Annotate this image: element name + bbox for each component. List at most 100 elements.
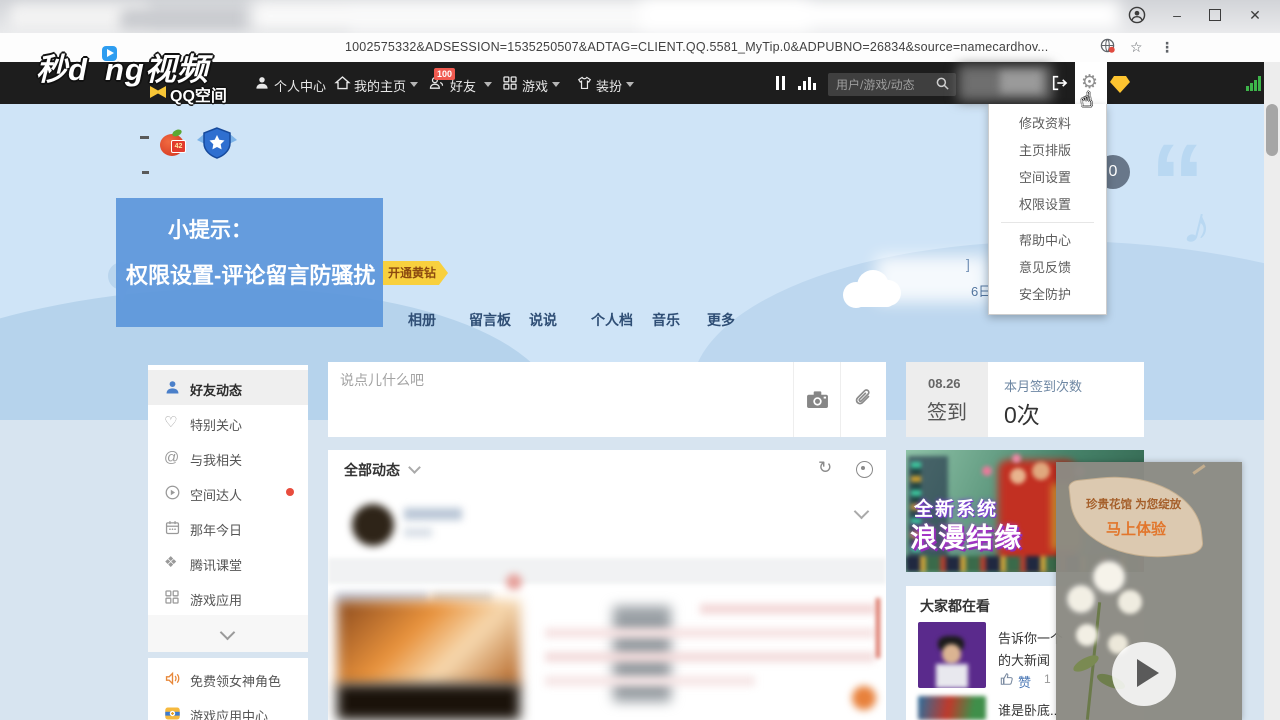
sidebar-item-game-apps[interactable]: 游戏应用 <box>148 580 308 615</box>
sidebar-item-friend-feed[interactable]: 好友动态 <box>148 370 308 405</box>
browser-profile-icon[interactable] <box>1122 2 1152 28</box>
camera-icon <box>806 390 829 414</box>
sidebar-item-special-care[interactable]: ♡ 特别关心 <box>148 405 308 440</box>
watching-item-1-thumb[interactable] <box>918 622 986 688</box>
composer-link-cell[interactable] <box>840 362 887 437</box>
nav-games[interactable]: 游戏 <box>522 76 548 95</box>
refresh-icon[interactable]: ↻ <box>818 458 832 478</box>
post-photo-blurred <box>337 600 520 686</box>
watching-item-1-line2[interactable]: 的大新闻 <box>998 650 1050 669</box>
watching-item-2-line1[interactable]: 谁是卧底.. <box>998 700 1057 719</box>
maximize-button[interactable] <box>1200 2 1230 28</box>
apple-badge: 42 <box>171 140 186 153</box>
menu-item-homepage-layout[interactable]: 主页排版 <box>989 137 1106 164</box>
watching-item-1-line1[interactable]: 告诉你一个 <box>998 628 1063 647</box>
page-scrollbar[interactable] <box>1264 62 1280 720</box>
nav-dress-up[interactable]: 装扮 <box>596 76 622 95</box>
sidebar-item-free-goddess-role[interactable]: 免费领女神角色 <box>148 661 308 696</box>
feed-filter-label[interactable]: 全部动态 <box>344 460 400 480</box>
watching-item-1-like[interactable]: 赞 <box>1018 672 1031 691</box>
tab-music[interactable]: 音乐 <box>652 310 680 330</box>
play-circle-icon <box>164 484 181 501</box>
checkin-action: 签到 <box>927 396 967 425</box>
yellow-diamond-icon[interactable] <box>1110 76 1130 93</box>
menu-item-help-center[interactable]: 帮助中心 <box>989 227 1106 254</box>
url-text[interactable]: 1002575332&ADSESSION=1535250507&ADTAG=CL… <box>345 40 1048 54</box>
search-icon[interactable] <box>935 76 950 96</box>
watching-item-2-thumb[interactable] <box>918 696 986 720</box>
sidebar-item-game-app-center[interactable]: 游戏应用中心 <box>148 696 308 720</box>
red-dot-badge <box>286 488 294 496</box>
post-composer <box>328 362 886 437</box>
avatar[interactable] <box>352 504 394 546</box>
ad-face-blurred <box>1010 468 1026 484</box>
post-line-blurred <box>545 652 875 662</box>
menu-divider <box>1001 222 1094 223</box>
checkin-stat-value: 0次 <box>1004 396 1040 430</box>
feed-post-blurred <box>328 488 886 720</box>
watching-item-1-count: 1 <box>1044 672 1051 686</box>
sidebar-item-about-me[interactable]: @ 与我相关 <box>148 440 308 475</box>
qzone-screenshot: – ✕ 1002575332&ADSESSION=1535250507&ADTA… <box>0 0 1280 720</box>
tab-shuoshuo[interactable]: 说说 <box>529 310 557 330</box>
feed-settings-icon[interactable] <box>856 461 873 478</box>
leaf-stem <box>1192 464 1205 474</box>
flower-leaf <box>1071 652 1101 675</box>
ad-heart <box>982 466 992 476</box>
post-menu-chevron[interactable] <box>854 504 870 520</box>
navbar-search <box>828 73 956 96</box>
menu-item-edit-profile[interactable]: 修改资料 <box>989 110 1106 137</box>
person-icon <box>254 75 270 96</box>
checkin-date-cell[interactable]: 08.26 签到 <box>906 362 988 437</box>
tab-albums[interactable]: 相册 <box>408 310 436 330</box>
checkin-date: 08.26 <box>928 376 961 391</box>
play-button-icon <box>102 46 117 61</box>
cloud-decoration <box>843 268 903 308</box>
overlay-ad-line2[interactable]: 马上体验 <box>1106 518 1166 539</box>
tab-personal-file[interactable]: 个人档 <box>591 310 633 330</box>
thumb-up-icon[interactable] <box>1000 672 1014 691</box>
search-input[interactable] <box>834 75 933 95</box>
post-line-blurred <box>545 628 875 638</box>
menu-item-security[interactable]: 安全防护 <box>989 281 1106 308</box>
nav-friends[interactable]: 好友 <box>450 76 476 95</box>
page-info-icon[interactable] <box>1100 38 1115 56</box>
checkin-stat-label: 本月签到次数 <box>1004 376 1082 395</box>
apple-icon: 42 <box>160 130 188 158</box>
music-pause-icon[interactable] <box>776 76 785 95</box>
browser-tab-strip: – ✕ <box>0 0 1280 33</box>
feed-filter-bar: 全部动态 ↻ <box>328 450 886 488</box>
menu-item-permission-settings[interactable]: 权限设置 <box>989 191 1106 218</box>
composer-photo-cell[interactable] <box>793 362 841 437</box>
sidebar-item-that-year-today[interactable]: 那年今日 <box>148 510 308 545</box>
sidebar-item-tencent-classroom[interactable]: ❖ 腾讯课堂 <box>148 545 308 580</box>
flower <box>1068 586 1094 612</box>
video-play-button[interactable] <box>1112 642 1176 706</box>
menu-item-feedback[interactable]: 意见反馈 <box>989 254 1106 281</box>
browser-menu-icon[interactable]: ⋮ <box>1160 39 1174 56</box>
tab-message-board[interactable]: 留言板 <box>469 310 511 330</box>
bracket-fragment: ] <box>966 256 970 272</box>
scrollbar-thumb[interactable] <box>1266 104 1278 156</box>
bookmark-star-icon[interactable]: ☆ <box>1130 39 1143 56</box>
nav-personal-center[interactable]: 个人中心 <box>274 76 326 95</box>
sidebar-item-space-stars[interactable]: 空间达人 <box>148 475 308 510</box>
menu-item-space-settings[interactable]: 空间设置 <box>989 164 1106 191</box>
minimize-button[interactable]: – <box>1162 2 1192 28</box>
logout-icon[interactable] <box>1050 74 1070 97</box>
dress-up-shirt-icon <box>576 75 593 96</box>
post-photo-dark-blurred <box>337 684 520 720</box>
ad-face-blurred <box>1032 462 1050 480</box>
nav-my-home[interactable]: 我的主页 <box>354 76 406 95</box>
composer-input[interactable] <box>338 368 792 432</box>
open-yellow-diamond-button[interactable]: 开通黄钻 <box>383 261 448 285</box>
sidebar-expand-button[interactable] <box>148 615 308 652</box>
watermark-subtext: QQ空间 <box>170 82 227 106</box>
tab-more[interactable]: 更多 <box>707 310 735 330</box>
floating-ad-overlay[interactable]: 珍贵花馆 为您绽放 马上体验 <box>1056 462 1242 720</box>
overlay-ad-line1: 珍贵花馆 为您绽放 <box>1086 496 1181 512</box>
flower <box>1094 562 1124 592</box>
close-button[interactable]: ✕ <box>1240 2 1270 28</box>
chevron-down-icon <box>552 82 560 87</box>
classroom-icon: ❖ <box>164 554 181 571</box>
